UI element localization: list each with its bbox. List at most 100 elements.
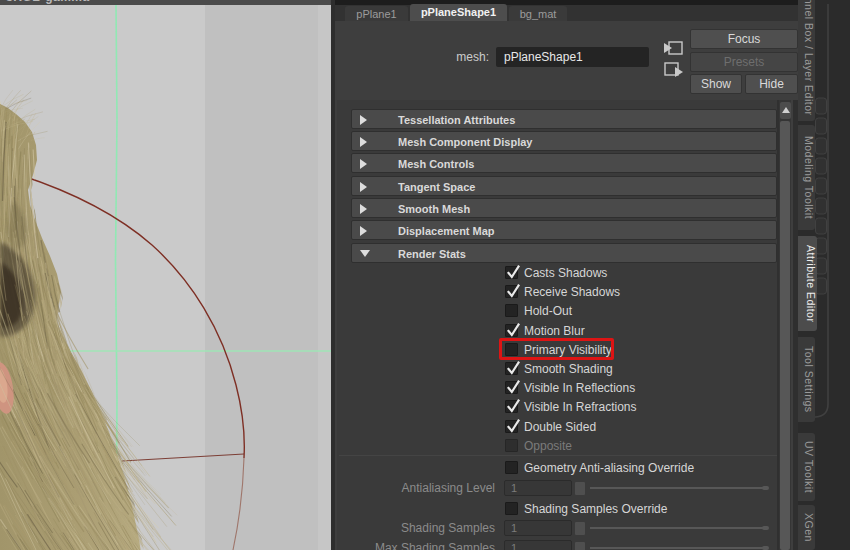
chevron-right-icon <box>360 182 367 192</box>
dock-grip-square <box>816 118 827 134</box>
section-title: Tangent Space <box>398 178 475 196</box>
scrollbar-thumb[interactable] <box>780 121 790 550</box>
slider-label: Shading Samples <box>401 521 495 535</box>
section-mesh-component-display[interactable]: Mesh Component Display <box>351 131 777 151</box>
viewport-scene <box>0 0 331 550</box>
row-max-shading-samples: Max Shading Samples1 <box>337 540 781 550</box>
section-tessellation-attributes[interactable]: Tessellation Attributes <box>351 109 777 129</box>
chevron-right-icon <box>360 137 367 147</box>
connection-icons <box>662 39 688 81</box>
chevron-right-icon <box>360 226 367 236</box>
section-tangent-space[interactable]: Tangent Space <box>351 176 777 196</box>
chevron-right-icon <box>360 159 367 169</box>
section-title: Smooth Mesh <box>398 200 470 218</box>
chevron-right-icon <box>360 115 367 125</box>
antialiasing-level-slider-groove[interactable] <box>590 487 768 489</box>
show-output-connections-icon[interactable] <box>665 63 683 77</box>
section-mesh-controls[interactable]: Mesh Controls <box>351 153 777 173</box>
checkbox-motion-blur[interactable] <box>505 324 518 337</box>
section-title: Tessellation Attributes <box>398 111 515 129</box>
chevron-down-icon <box>360 250 370 257</box>
right-dock-sidebar: Channel Box / Layer Editor Modeling Tool… <box>798 0 850 550</box>
dock-grip-square <box>816 138 827 154</box>
checkbox-shading-samples-override[interactable] <box>505 502 518 515</box>
dock-grip-square <box>816 218 827 234</box>
hair-mesh[interactable] <box>0 90 199 550</box>
checkbox-label: Shading Samples Override <box>524 502 667 516</box>
section-displacement-map[interactable]: Displacement Map <box>351 220 777 240</box>
row-shading-samples: Shading Samples 1 <box>337 520 781 536</box>
dock-grip-square <box>816 238 827 254</box>
chevron-right-icon <box>360 204 367 214</box>
checkbox-label: Smooth Shading <box>524 362 613 376</box>
checkbox-smooth-shading[interactable] <box>505 362 518 375</box>
viewport-3d[interactable]: sRGB gamma <box>0 0 331 550</box>
row-antialiasing-level: Antialiasing Level 1 <box>337 480 781 496</box>
section-title: Mesh Component Display <box>398 133 532 151</box>
maya-window: sRGB gamma pPlane1 pPlaneShape1 bg_mat m… <box>0 0 850 550</box>
panel-scrollbar[interactable] <box>777 100 791 550</box>
viewport-toolbar: sRGB gamma <box>0 0 331 5</box>
hide-button[interactable]: Hide <box>745 74 798 94</box>
checkbox-opposite[interactable] <box>505 439 518 452</box>
section-title: Render Stats <box>398 245 466 263</box>
checkbox-label: Opposite <box>524 439 572 453</box>
section-title: Displacement Map <box>398 222 495 240</box>
checkbox-visible-in-reflections[interactable] <box>505 381 518 394</box>
dock-grip-square <box>816 158 827 174</box>
checkbox-label: Geometry Anti-aliasing Override <box>524 461 694 475</box>
max-shading-samples-field[interactable]: 1 <box>504 540 572 550</box>
attributes-scroll-area: Tessellation Attributes Mesh Component D… <box>337 100 781 550</box>
checkbox-label: Casts Shadows <box>524 266 607 280</box>
shading-samples-slider-groove[interactable] <box>590 527 768 529</box>
checkbox-label: Motion Blur <box>524 324 585 338</box>
checkbox-casts-shadows[interactable] <box>505 266 518 279</box>
dock-tab-modeling-toolkit[interactable]: Modeling Toolkit <box>798 125 815 230</box>
circle-radius-line[interactable] <box>122 454 244 461</box>
checkbox-geometry-anti-aliasing-override[interactable] <box>505 461 518 474</box>
dock-grip-square <box>816 98 827 114</box>
dock-tab-attribute-editor[interactable]: Attribute Editor <box>798 236 817 331</box>
antialiasing-level-field[interactable]: 1 <box>504 480 572 496</box>
checkbox-visible-in-refractions[interactable] <box>505 400 518 413</box>
checkbox-double-sided[interactable] <box>505 420 518 433</box>
show-input-connections-icon[interactable] <box>664 42 682 54</box>
checkbox-receive-shadows[interactable] <box>505 285 518 298</box>
viewport-gamma-label: sRGB gamma <box>6 0 90 4</box>
max-shading-samples-slider-handle[interactable] <box>574 541 586 550</box>
dock-tab-xgen[interactable]: XGen <box>798 505 815 550</box>
presets-button[interactable]: Presets <box>690 52 798 72</box>
focus-button[interactable]: Focus <box>690 29 798 49</box>
mesh-name-field[interactable]: pPlaneShape1 <box>496 47 649 67</box>
antialiasing-level-slider-handle[interactable] <box>574 481 586 496</box>
max-shading-samples-slider-groove[interactable] <box>590 547 768 549</box>
shading-samples-field[interactable]: 1 <box>504 520 572 536</box>
dock-tab-channel-box[interactable]: Channel Box / Layer Editor <box>798 0 815 121</box>
slider-label: Antialiasing Level <box>402 481 495 495</box>
checkbox-label: Double Sided <box>524 420 596 434</box>
tab-bg-mat[interactable]: bg_mat <box>509 6 567 21</box>
tab-pplane1[interactable]: pPlane1 <box>345 6 408 21</box>
checkbox-label: Hold-Out <box>524 304 572 318</box>
dock-grip-square <box>816 258 827 274</box>
section-render-stats[interactable]: Render Stats <box>351 243 777 263</box>
dock-tab-uv-toolkit[interactable]: UV Toolkit <box>798 433 815 501</box>
dock-tab-tool-settings[interactable]: Tool Settings <box>798 337 815 422</box>
attribute-editor-panel: pPlane1 pPlaneShape1 bg_mat mesh: pPlane… <box>335 0 798 550</box>
shading-samples-slider-handle[interactable] <box>574 521 586 536</box>
dock-grip-square <box>816 278 827 294</box>
dock-grip-square <box>816 178 827 194</box>
section-title: Mesh Controls <box>398 155 474 173</box>
section-smooth-mesh[interactable]: Smooth Mesh <box>351 198 777 218</box>
scrollbar-up-arrow[interactable] <box>780 102 791 119</box>
checkbox-hold-out[interactable] <box>505 304 518 317</box>
separator-line <box>339 455 781 456</box>
checkbox-label: Visible In Reflections <box>524 381 635 395</box>
checkbox-label: Receive Shadows <box>524 285 620 299</box>
tab-pplaneshape1[interactable]: pPlaneShape1 <box>410 4 507 21</box>
mesh-label: mesh: <box>439 50 489 64</box>
primary-visibility-highlight <box>499 338 614 360</box>
show-button[interactable]: Show <box>690 74 742 94</box>
dock-grip-square <box>816 198 827 214</box>
checkbox-label: Visible In Refractions <box>524 400 637 414</box>
